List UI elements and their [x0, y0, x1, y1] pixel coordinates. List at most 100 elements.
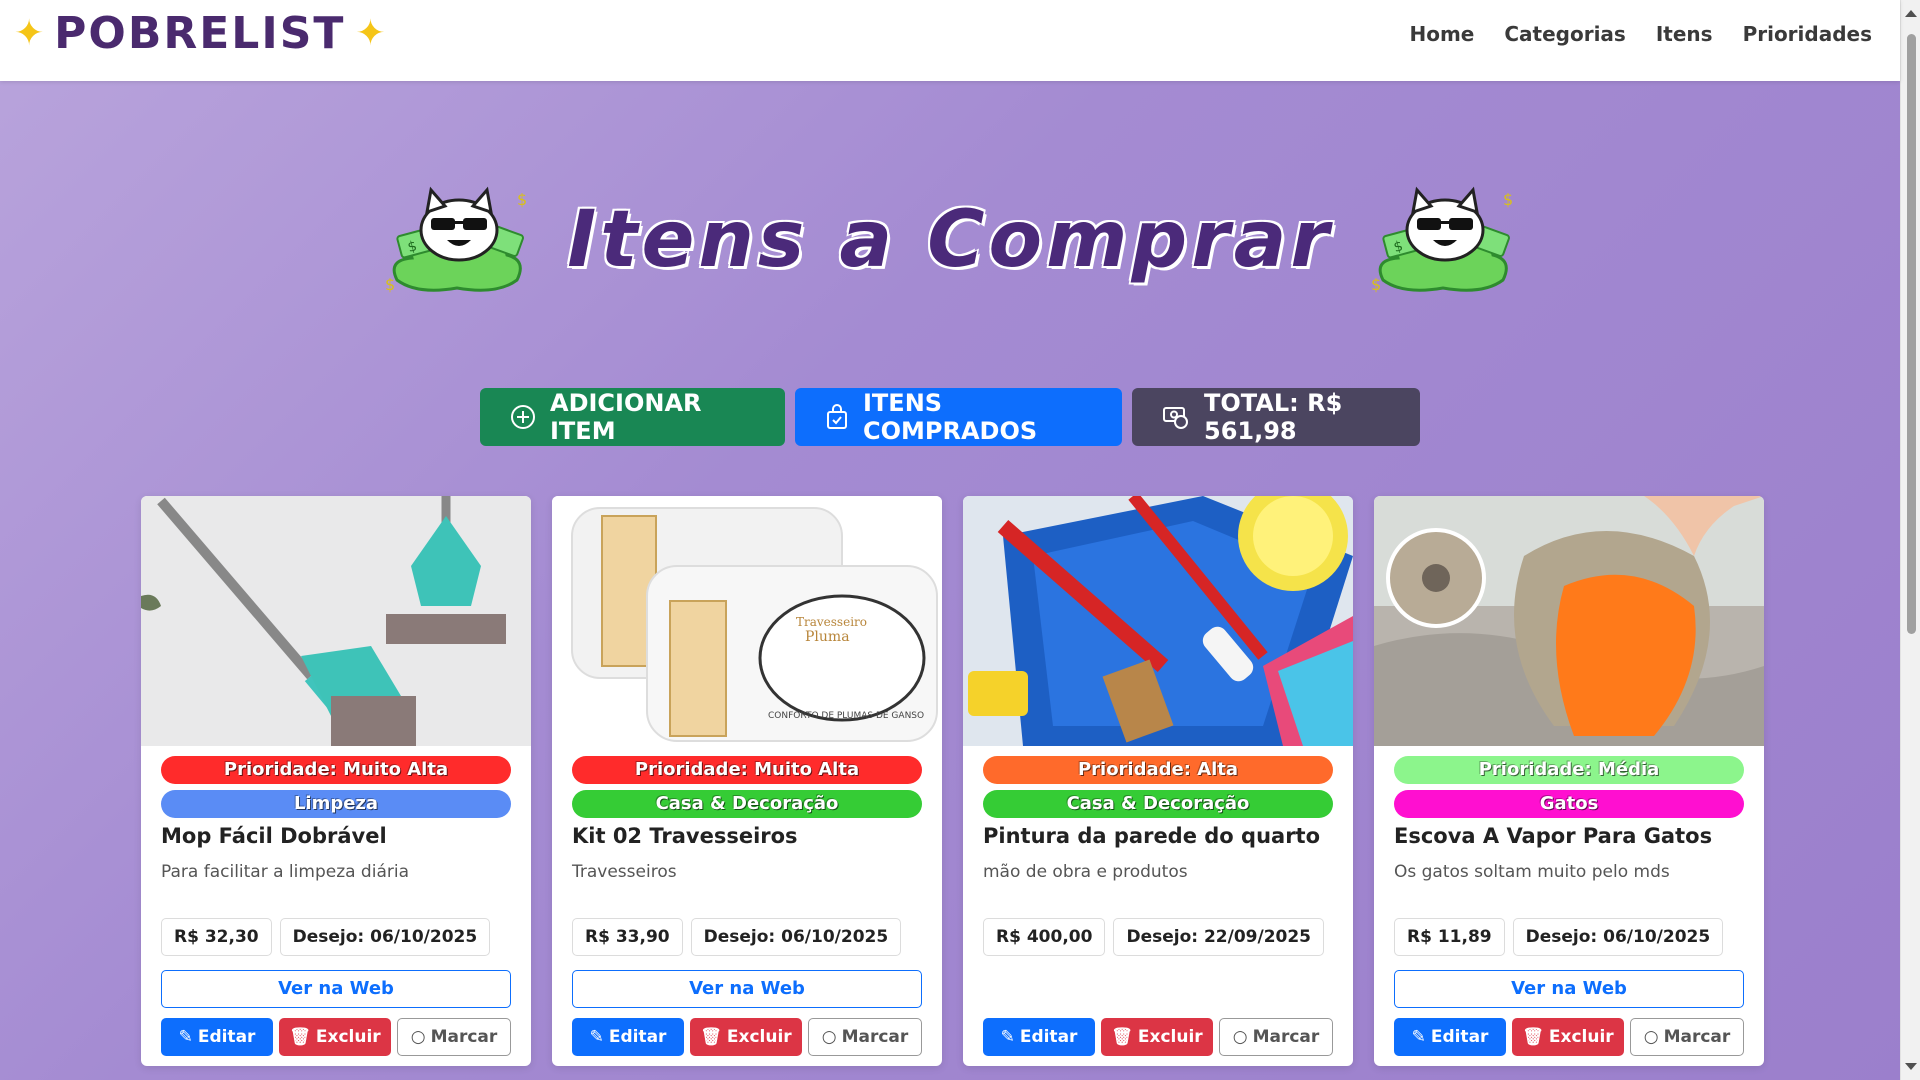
shopping-bag-icon — [827, 404, 847, 429]
item-price: R$ 32,30 — [161, 918, 272, 956]
item-price: R$ 400,00 — [983, 918, 1106, 956]
svg-text:Pluma: Pluma — [805, 629, 850, 645]
nav-home[interactable]: Home — [1409, 22, 1474, 46]
money-cat-icon: $ $ $ — [1371, 186, 1513, 294]
pencil-icon: ✎ — [178, 1027, 193, 1047]
priority-badge: Prioridade: Alta — [983, 756, 1333, 784]
svg-text:$: $ — [1503, 190, 1513, 209]
bought-items-label: ITENS COMPRADOS — [863, 389, 1038, 445]
circle-icon: ○ — [1232, 1027, 1248, 1047]
item-card: Prioridade: Alta Casa & Decoração Pintur… — [963, 496, 1353, 1066]
trash-icon: 🗑 — [700, 1027, 722, 1047]
category-badge: Casa & Decoração — [983, 790, 1333, 818]
category-badge: Limpeza — [161, 790, 511, 818]
delete-label: Excluir — [726, 1027, 792, 1047]
category-badge: Gatos — [1394, 790, 1744, 818]
mark-button[interactable]: ○ Marcar — [808, 1018, 922, 1056]
item-card: Prioridade: Média Gatos Escova A Vapor P… — [1374, 496, 1764, 1066]
edit-button[interactable]: ✎ Editar — [983, 1018, 1095, 1056]
circle-icon: ○ — [1643, 1027, 1659, 1047]
svg-text:$: $ — [385, 275, 395, 294]
item-wish-date: Desejo: 22/09/2025 — [1113, 918, 1325, 956]
nav-links: Home Categorias Itens Prioridades — [1409, 22, 1872, 46]
view-web-button[interactable]: Ver na Web — [161, 970, 511, 1008]
item-card: Travesseiro Pluma CONFORTO DE PLUMAS DE … — [552, 496, 942, 1066]
mark-label: Marcar — [1252, 1027, 1320, 1047]
item-description: Travesseiros — [572, 862, 677, 882]
edit-button[interactable]: ✎ Editar — [572, 1018, 684, 1056]
brand-name: POBRELIST — [54, 8, 346, 59]
nav-prioridades[interactable]: Prioridades — [1743, 22, 1872, 46]
item-description: Para facilitar a limpeza diária — [161, 862, 409, 882]
item-title: Mop Fácil Dobrável — [161, 824, 387, 848]
item-title: Kit 02 Travesseiros — [572, 824, 798, 848]
cash-coin-icon — [1163, 407, 1188, 429]
add-item-button[interactable]: ADICIONAR ITEM — [480, 388, 785, 446]
action-bar: ADICIONAR ITEM ITENS COMPRADOS TOTAL: R$… — [0, 388, 1900, 446]
item-price: R$ 11,89 — [1394, 918, 1505, 956]
mark-button[interactable]: ○ Marcar — [397, 1018, 511, 1056]
view-web-button[interactable]: Ver na Web — [1394, 970, 1744, 1008]
scroll-up-icon[interactable] — [1905, 10, 1917, 17]
sparkle-icon: ✦ — [355, 12, 386, 54]
item-description: Os gatos soltam muito pelo mds — [1394, 862, 1670, 882]
delete-button[interactable]: 🗑 Excluir — [690, 1018, 802, 1056]
money-cat-icon: $ $ $ — [385, 186, 527, 294]
scroll-thumb[interactable] — [1907, 34, 1916, 634]
item-wish-date: Desejo: 06/10/2025 — [690, 918, 902, 956]
item-image-pillows: Travesseiro Pluma CONFORTO DE PLUMAS DE … — [552, 496, 942, 746]
edit-label: Editar — [1430, 1027, 1489, 1047]
view-web-button[interactable]: Ver na Web — [572, 970, 922, 1008]
item-image-cat-brush — [1374, 496, 1764, 746]
delete-label: Excluir — [315, 1027, 381, 1047]
total-display: TOTAL: R$ 561,98 — [1132, 388, 1420, 446]
trash-icon: 🗑 — [289, 1027, 311, 1047]
item-title: Escova A Vapor Para Gatos — [1394, 824, 1713, 848]
svg-text:CONFORTO DE PLUMAS DE GANSO: CONFORTO DE PLUMAS DE GANSO — [768, 711, 924, 721]
edit-label: Editar — [608, 1027, 667, 1047]
priority-badge: Prioridade: Média — [1394, 756, 1744, 784]
edit-button[interactable]: ✎ Editar — [1394, 1018, 1506, 1056]
hero: $ $ $ Itens a Comprar $ $ $ — [0, 160, 1900, 320]
trash-icon: 🗑 — [1522, 1027, 1544, 1047]
mark-label: Marcar — [1663, 1027, 1731, 1047]
mark-label: Marcar — [430, 1027, 498, 1047]
delete-button[interactable]: 🗑 Excluir — [279, 1018, 391, 1056]
mark-label: Marcar — [841, 1027, 909, 1047]
item-wish-date: Desejo: 06/10/2025 — [1512, 918, 1724, 956]
scroll-down-icon[interactable] — [1905, 1063, 1917, 1070]
total-label: TOTAL: R$ 561,98 — [1204, 389, 1343, 445]
add-item-label: ADICIONAR ITEM — [550, 389, 702, 445]
delete-label: Excluir — [1548, 1027, 1614, 1047]
item-cards: Prioridade: Muito Alta Limpeza Mop Fácil… — [141, 496, 1764, 1066]
pencil-icon: ✎ — [1000, 1027, 1015, 1047]
nav-categorias[interactable]: Categorias — [1504, 22, 1625, 46]
svg-text:$: $ — [517, 190, 527, 209]
svg-text:Travesseiro: Travesseiro — [796, 615, 867, 629]
svg-text:$: $ — [1371, 275, 1381, 294]
edit-button[interactable]: ✎ Editar — [161, 1018, 273, 1056]
mark-button[interactable]: ○ Marcar — [1630, 1018, 1744, 1056]
page-title: Itens a Comprar — [567, 195, 1333, 285]
item-card: Prioridade: Muito Alta Limpeza Mop Fácil… — [141, 496, 531, 1066]
nav-itens[interactable]: Itens — [1656, 22, 1713, 46]
pencil-icon: ✎ — [1411, 1027, 1426, 1047]
item-price: R$ 33,90 — [572, 918, 683, 956]
delete-button[interactable]: 🗑 Excluir — [1101, 1018, 1213, 1056]
item-description: mão de obra e produtos — [983, 862, 1188, 882]
edit-label: Editar — [197, 1027, 256, 1047]
priority-badge: Prioridade: Muito Alta — [161, 756, 511, 784]
item-wish-date: Desejo: 06/10/2025 — [279, 918, 491, 956]
delete-label: Excluir — [1137, 1027, 1203, 1047]
brand[interactable]: ✦ POBRELIST ✦ — [14, 0, 386, 74]
edit-label: Editar — [1019, 1027, 1078, 1047]
item-image-mop — [141, 496, 531, 746]
bought-items-button[interactable]: ITENS COMPRADOS — [795, 388, 1122, 446]
delete-button[interactable]: 🗑 Excluir — [1512, 1018, 1624, 1056]
priority-badge: Prioridade: Muito Alta — [572, 756, 922, 784]
mark-button[interactable]: ○ Marcar — [1219, 1018, 1333, 1056]
circle-icon: ○ — [821, 1027, 837, 1047]
scrollbar[interactable] — [1900, 0, 1920, 1080]
pencil-icon: ✎ — [589, 1027, 604, 1047]
category-badge: Casa & Decoração — [572, 790, 922, 818]
